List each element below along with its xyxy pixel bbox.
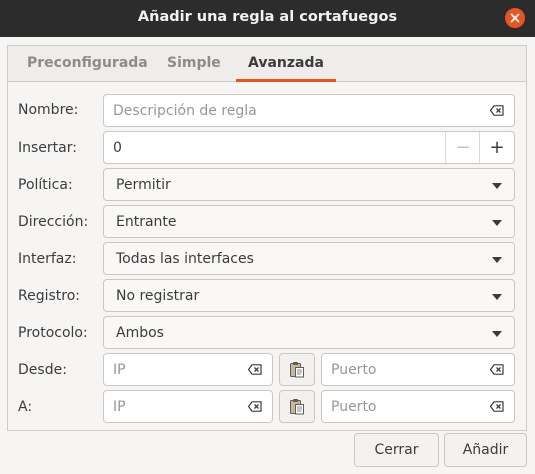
desde-paste-button[interactable] [279,353,315,386]
direccion-select[interactable]: Entrante [103,205,515,238]
insertar-value: 0 [113,140,122,156]
politica-value: Permitir [116,177,171,193]
insertar-label: Insertar: [18,140,77,156]
close-button[interactable] [505,8,525,28]
increment-button[interactable]: + [479,132,514,163]
window-title: Añadir una regla al cortafuegos [137,9,398,25]
close-icon [510,13,520,23]
chevron-down-icon [492,183,502,189]
cerrar-button[interactable]: Cerrar [354,433,439,467]
a-port-placeholder: Puerto [331,399,377,415]
chevron-down-icon [492,257,502,263]
clear-text-icon[interactable] [248,401,262,412]
direccion-label: Dirección: [18,214,89,230]
a-label: A: [18,399,33,415]
insertar-spinbox[interactable]: 0 − + [103,131,515,164]
dialog-window: Añadir una regla al cortafuegos Preconfi… [0,0,535,474]
desde-ip-placeholder: IP [113,362,126,378]
politica-select[interactable]: Permitir [103,168,515,201]
chevron-down-icon [492,294,502,300]
desde-port-input[interactable]: Puerto [321,353,515,386]
tab-preconfigurada[interactable]: Preconfigurada [27,46,148,81]
desde-label: Desde: [18,362,67,378]
interfaz-select[interactable]: Todas las interfaces [103,242,515,275]
politica-label: Política: [18,177,73,193]
a-port-input[interactable]: Puerto [321,390,515,423]
nombre-placeholder: Descripción de regla [113,103,257,119]
tab-avanzada[interactable]: Avanzada [236,46,336,82]
desde-port-placeholder: Puerto [331,362,377,378]
registro-label: Registro: [18,288,81,304]
paste-icon [290,399,304,415]
tab-bar: Preconfigurada Simple Avanzada [8,46,526,82]
a-ip-input[interactable]: IP [103,390,273,423]
clear-text-icon[interactable] [490,105,504,116]
protocolo-select[interactable]: Ambos [103,316,515,349]
interfaz-label: Interfaz: [18,251,77,267]
registro-value: No registrar [116,288,200,304]
clear-text-icon[interactable] [490,401,504,412]
paste-icon [290,362,304,378]
a-paste-button[interactable] [279,390,315,423]
title-bar: Añadir una regla al cortafuegos [0,0,535,37]
a-ip-placeholder: IP [113,399,126,415]
decrement-button[interactable]: − [445,132,480,163]
protocolo-value: Ambos [116,325,164,341]
interfaz-value: Todas las interfaces [116,251,254,267]
clear-text-icon[interactable] [248,364,262,375]
nombre-input[interactable]: Descripción de regla [103,94,515,127]
chevron-down-icon [492,331,502,337]
tab-simple[interactable]: Simple [167,46,221,81]
anadir-button[interactable]: Añadir [444,433,527,467]
direccion-value: Entrante [116,214,177,230]
chevron-down-icon [492,220,502,226]
clear-text-icon[interactable] [490,364,504,375]
nombre-label: Nombre: [18,102,79,118]
desde-ip-input[interactable]: IP [103,353,273,386]
protocolo-label: Protocolo: [18,325,88,341]
registro-select[interactable]: No registrar [103,279,515,312]
